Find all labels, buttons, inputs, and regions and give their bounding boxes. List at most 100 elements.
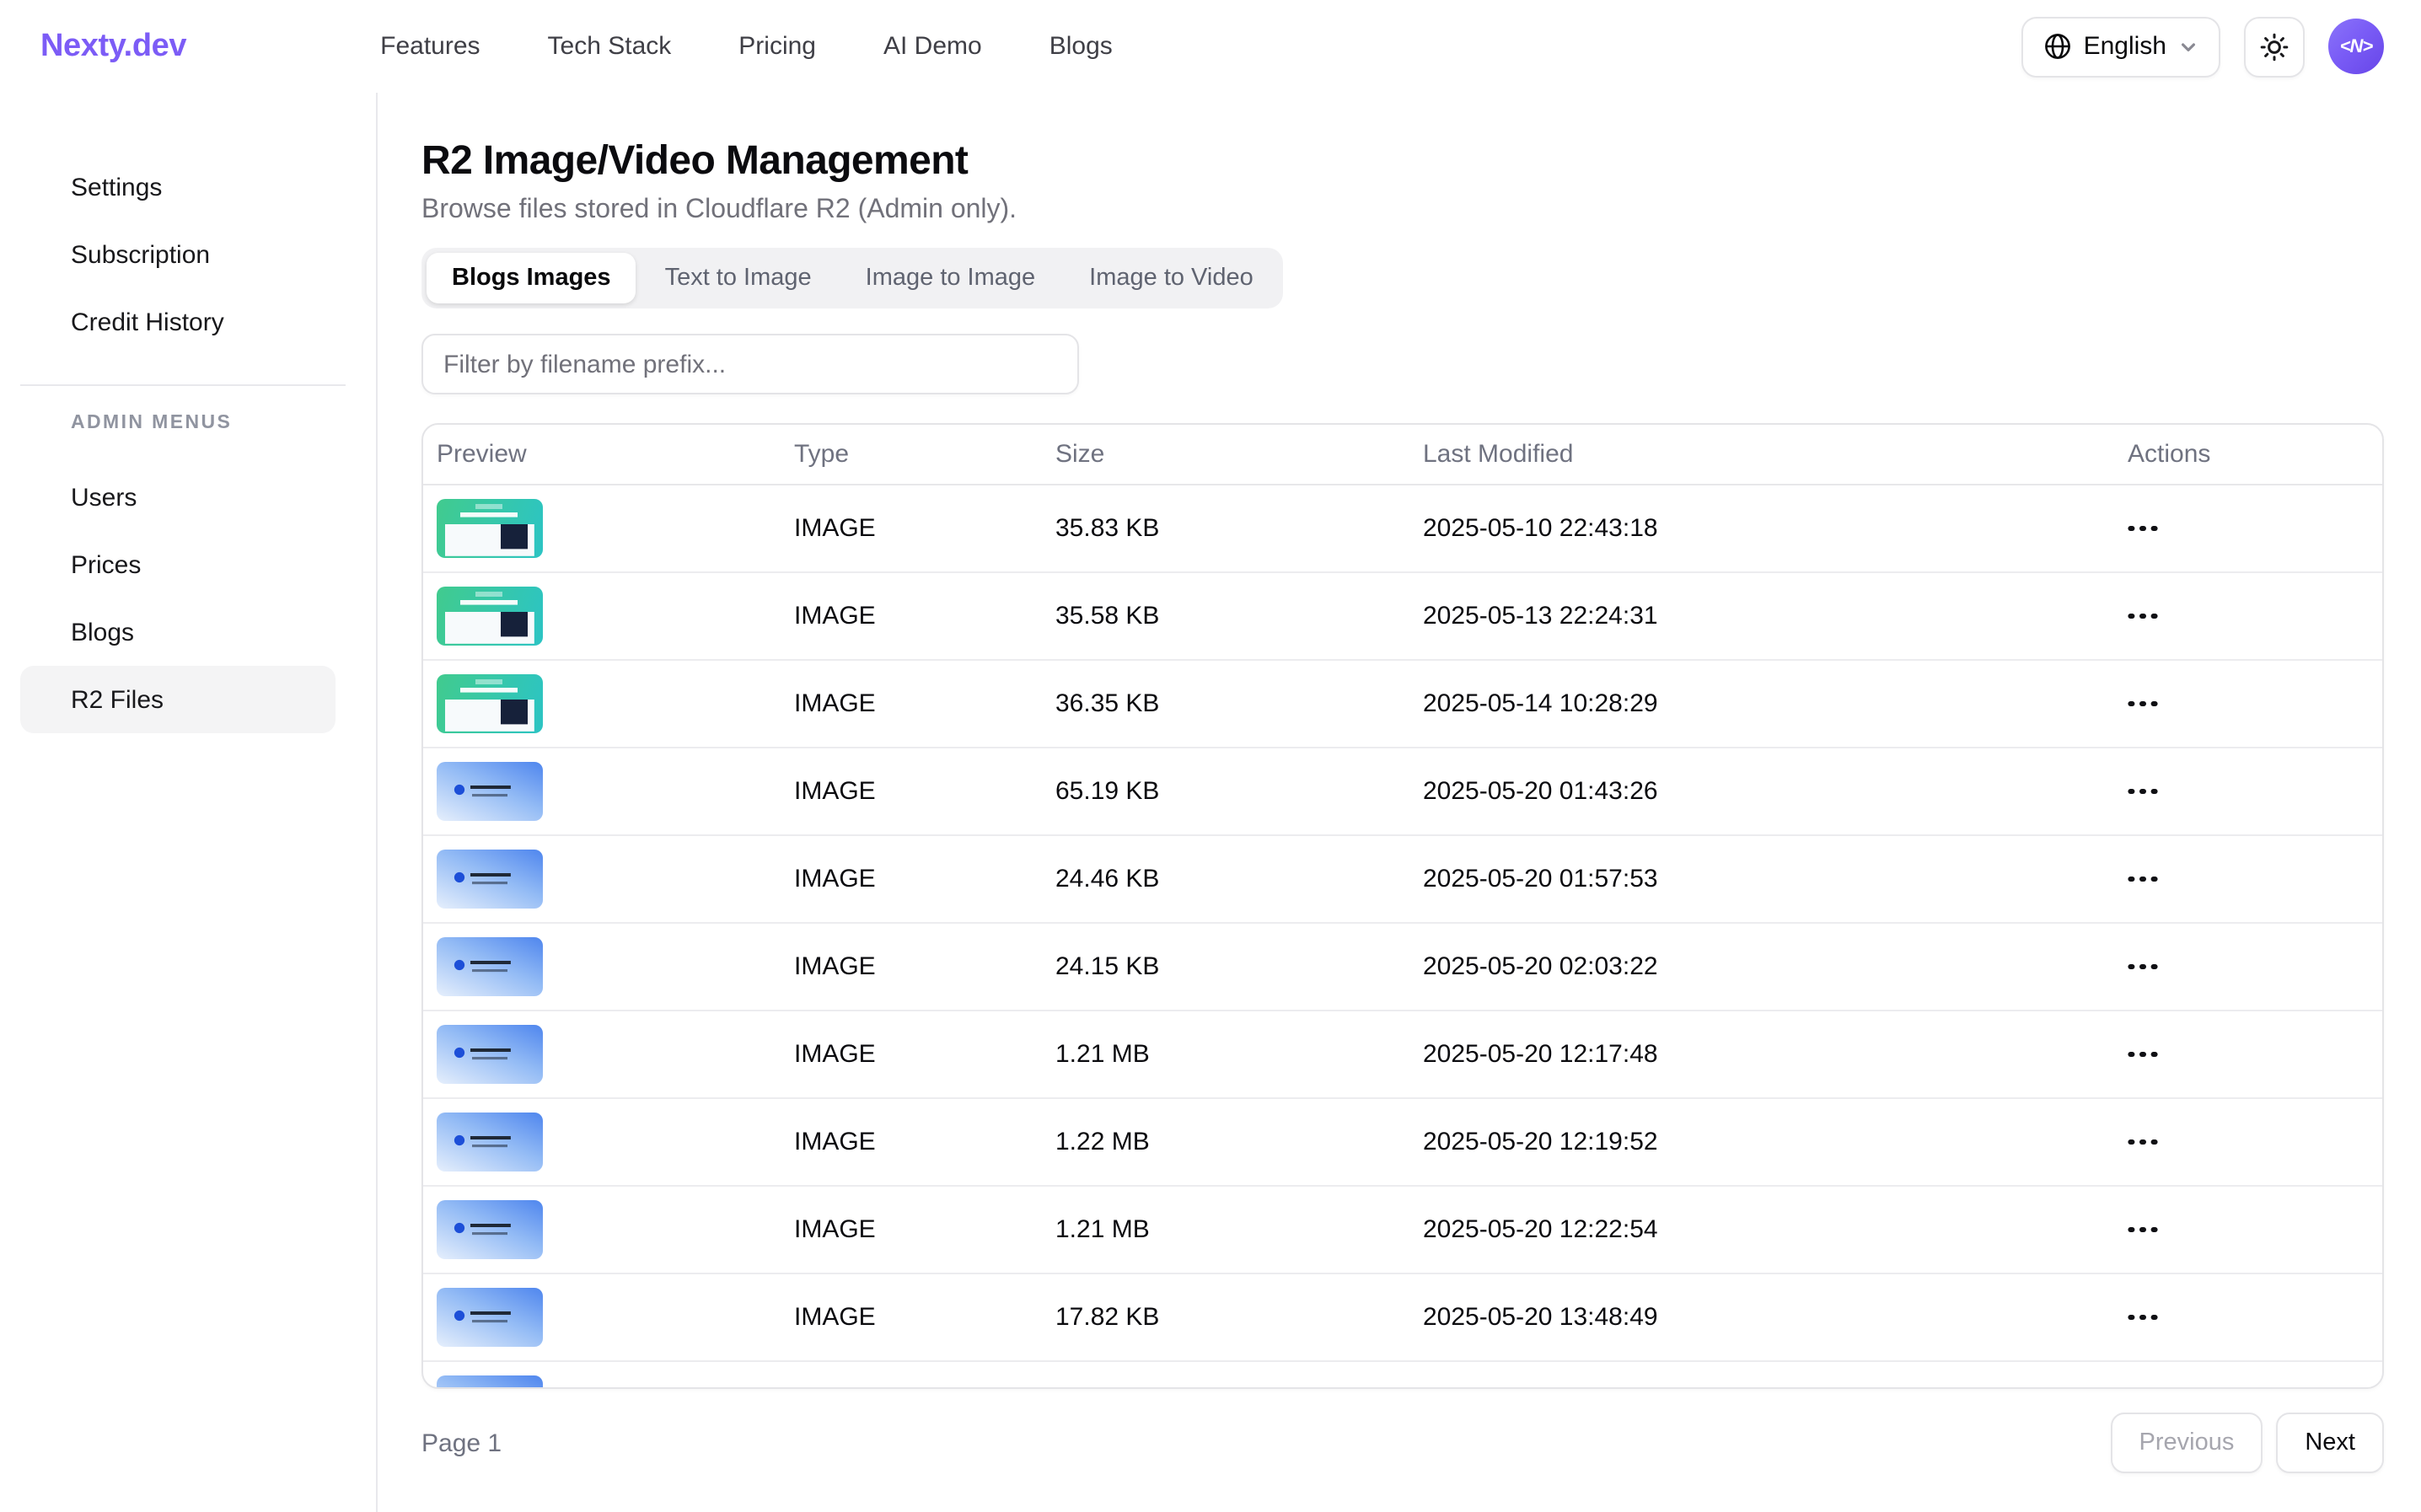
tab-text-to-image[interactable]: Text to Image [640,253,837,303]
sidebar-item-users[interactable]: Users [20,464,336,531]
tab-blogs-images[interactable]: Blogs Images [427,253,636,303]
row-actions-button[interactable] [2118,1295,2168,1339]
brand-logo[interactable]: Nexty.dev [40,28,186,65]
row-actions-button[interactable] [2118,682,2168,726]
ellipsis-icon [2139,788,2145,794]
table-row [423,1362,2382,1389]
file-type: IMAGE [794,777,876,806]
language-label: English [2084,32,2166,61]
preview-thumbnail[interactable] [437,1375,543,1389]
column-header-preview: Preview [423,425,781,485]
column-header-actions: Actions [2101,425,2382,485]
row-actions-button[interactable] [2118,507,2168,550]
header-controls: English <N> [2021,16,2384,77]
user-avatar[interactable]: <N> [2328,19,2384,74]
sun-icon [2259,31,2289,62]
filename-filter-input[interactable] [421,334,1079,394]
bucket-tabs: Blogs Images Text to Image Image to Imag… [421,248,1284,308]
sidebar-item-subscription[interactable]: Subscription [20,221,336,288]
ellipsis-icon [2139,1139,2145,1145]
ellipsis-icon [2139,700,2145,706]
ellipsis-icon [2139,613,2145,619]
column-header-size: Size [1042,425,1409,485]
sidebar-item-blogs[interactable]: Blogs [20,598,336,666]
row-actions-button[interactable] [2118,1032,2168,1076]
file-size: 35.58 KB [1055,602,1159,630]
page-title: R2 Image/Video Management [421,137,2384,187]
row-actions-button[interactable] [2118,769,2168,813]
preview-thumbnail[interactable] [437,1025,543,1084]
row-actions-button[interactable] [2118,857,2168,901]
table-row: IMAGE 1.22 MB 2025-05-20 12:19:52 [423,1099,2382,1187]
last-modified: 2025-05-14 10:28:29 [1423,689,1658,718]
language-selector[interactable]: English [2021,16,2220,77]
table-row: IMAGE 1.21 MB 2025-05-20 12:17:48 [423,1011,2382,1099]
files-table-card: Preview Type Size Last Modified Actions … [421,423,2384,1389]
file-size: 17.82 KB [1055,1303,1159,1332]
tab-image-to-image[interactable]: Image to Image [840,253,1061,303]
preview-thumbnail[interactable] [437,1113,543,1172]
table-row: IMAGE 35.83 KB 2025-05-10 22:43:18 [423,485,2382,573]
preview-thumbnail[interactable] [437,1288,543,1347]
last-modified: 2025-05-20 01:57:53 [1423,865,1658,893]
file-type: IMAGE [794,1303,876,1332]
last-modified: 2025-05-13 22:24:31 [1423,602,1658,630]
sidebar-item-prices[interactable]: Prices [20,531,336,598]
row-actions-button[interactable] [2118,594,2168,638]
nav-item-ai-demo[interactable]: AI Demo [883,32,982,61]
preview-thumbnail[interactable] [437,587,543,646]
nav-item-blogs[interactable]: Blogs [1049,32,1113,61]
file-size: 35.83 KB [1055,514,1159,543]
row-actions-button[interactable] [2118,945,2168,989]
file-type: IMAGE [794,952,876,981]
app-window: Nexty.dev Features Tech Stack Pricing AI… [0,0,2421,1512]
sidebar-divider [20,384,346,386]
table-row: IMAGE 24.46 KB 2025-05-20 01:57:53 [423,836,2382,924]
preview-thumbnail[interactable] [437,1200,543,1259]
last-modified: 2025-05-20 12:22:54 [1423,1215,1658,1244]
file-type: IMAGE [794,602,876,630]
file-size: 1.22 MB [1055,1128,1150,1156]
file-size: 1.21 MB [1055,1040,1150,1069]
previous-page-button[interactable]: Previous [2111,1413,2263,1473]
next-page-button[interactable]: Next [2276,1413,2384,1473]
column-header-type: Type [781,425,1042,485]
table-row: IMAGE 24.15 KB 2025-05-20 02:03:22 [423,924,2382,1011]
preview-thumbnail[interactable] [437,937,543,996]
theme-toggle-button[interactable] [2244,16,2305,77]
files-table: Preview Type Size Last Modified Actions … [423,425,2382,1389]
top-navigation: Nexty.dev Features Tech Stack Pricing AI… [0,0,2421,93]
nav-item-pricing[interactable]: Pricing [738,32,816,61]
table-row: IMAGE 35.58 KB 2025-05-13 22:24:31 [423,573,2382,661]
file-size: 24.46 KB [1055,865,1159,893]
tab-image-to-video[interactable]: Image to Video [1064,253,1279,303]
sidebar-item-credit-history[interactable]: Credit History [20,288,336,356]
preview-thumbnail[interactable] [437,499,543,558]
file-size: 1.21 MB [1055,1215,1150,1244]
nav-item-features[interactable]: Features [380,32,480,61]
table-row: IMAGE 1.21 MB 2025-05-20 12:22:54 [423,1187,2382,1274]
ellipsis-icon [2139,1051,2145,1057]
preview-thumbnail[interactable] [437,850,543,909]
preview-thumbnail[interactable] [437,674,543,733]
sidebar-item-r2-files[interactable]: R2 Files [20,666,336,733]
row-actions-button[interactable] [2118,1120,2168,1164]
file-type: IMAGE [794,1128,876,1156]
page-indicator: Page 1 [421,1429,502,1457]
file-size: 24.15 KB [1055,952,1159,981]
ellipsis-icon [2139,963,2145,969]
file-type: IMAGE [794,514,876,543]
preview-thumbnail[interactable] [437,762,543,821]
nav-item-tech-stack[interactable]: Tech Stack [548,32,672,61]
file-size: 65.19 KB [1055,777,1159,806]
row-actions-button[interactable] [2118,1208,2168,1252]
main-nav: Features Tech Stack Pricing AI Demo Blog… [380,32,1113,61]
last-modified: 2025-05-20 13:48:49 [1423,1303,1658,1332]
file-type: IMAGE [794,865,876,893]
admin-menus-heading: ADMIN MENUS [0,413,376,433]
file-type: IMAGE [794,1040,876,1069]
sidebar-item-settings[interactable]: Settings [20,153,336,221]
last-modified: 2025-05-20 12:17:48 [1423,1040,1658,1069]
ellipsis-icon [2139,1226,2145,1232]
file-size: 36.35 KB [1055,689,1159,718]
